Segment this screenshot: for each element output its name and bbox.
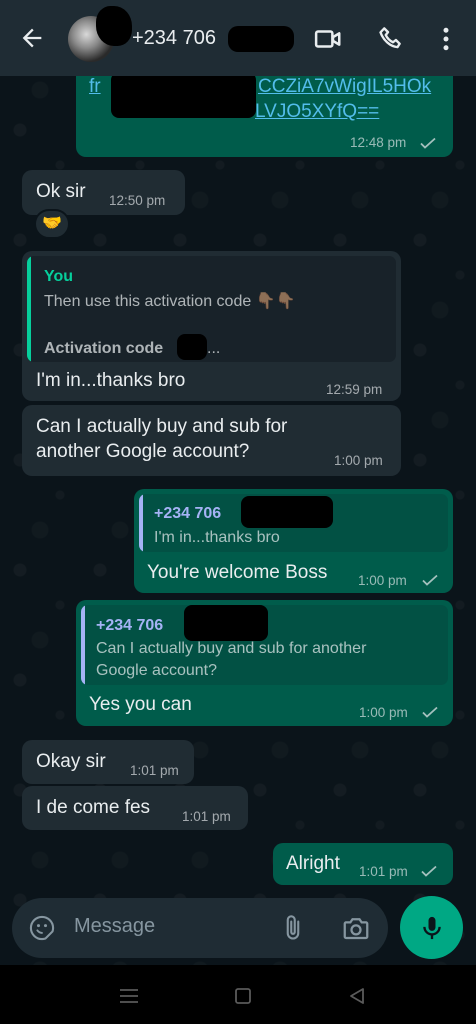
voice-record-button[interactable]: [400, 896, 463, 959]
delivered-check-icon: [420, 137, 436, 149]
redaction-mark: [228, 26, 294, 52]
message-link[interactable]: fr: [89, 76, 101, 98]
quote-text: I'm in...thanks bro: [154, 529, 280, 546]
message-link[interactable]: LVJO5XYfQ==: [255, 101, 379, 123]
message-time: 1:01 pm: [182, 809, 231, 824]
microphone-icon: [423, 916, 441, 940]
quoted-message[interactable]: +234 706 I'm in...thanks bro: [139, 494, 448, 552]
quoted-message[interactable]: +234 706 Can I actually buy and sub for …: [81, 605, 448, 685]
quote-sender: +234 706: [154, 505, 222, 522]
message-time: 1:00 pm: [359, 705, 408, 720]
message-incoming[interactable]: I de come fes 1:01 pm: [22, 786, 248, 830]
redaction-mark: [96, 6, 132, 46]
quote-sender: +234 706: [96, 617, 164, 634]
contact-name[interactable]: +234 706: [132, 27, 216, 50]
message-time: 1:00 pm: [334, 453, 383, 468]
quote-text: Google account?: [96, 662, 217, 679]
redaction-mark: [111, 72, 256, 118]
quote-text: ...: [207, 340, 221, 357]
sticker-icon[interactable]: [28, 914, 56, 942]
message-incoming[interactable]: You Then use this activation code 👇🏽👇🏽 A…: [22, 251, 401, 401]
message-input-bar[interactable]: Message: [12, 898, 388, 958]
message-text: another Google account?: [36, 441, 250, 462]
message-text: I de come fes: [36, 797, 151, 818]
quote-text: Then use this activation code 👇🏽👇🏽: [44, 293, 296, 310]
camera-icon[interactable]: [341, 913, 371, 943]
message-text: Okay sir: [36, 751, 106, 772]
quote-text: Activation code: [44, 340, 164, 357]
redaction-mark: [177, 334, 207, 360]
system-navigation-bar: [0, 965, 476, 1024]
message-time: 1:01 pm: [359, 864, 408, 879]
message-text: Can I actually buy and sub for: [36, 416, 288, 437]
message-time: 12:59 pm: [326, 382, 383, 397]
nav-back-icon[interactable]: [348, 987, 366, 1005]
message-incoming[interactable]: Okay sir 1:01 pm: [22, 740, 194, 784]
message-time: 1:00 pm: [358, 573, 407, 588]
home-icon[interactable]: [234, 987, 252, 1005]
quote-text: Can I actually buy and sub for another: [96, 640, 367, 657]
message-text: You're welcome Boss: [147, 562, 328, 583]
phone-icon[interactable]: [376, 24, 406, 54]
redaction-mark: [241, 496, 333, 528]
quoted-message[interactable]: You Then use this activation code 👇🏽👇🏽 A…: [27, 256, 396, 362]
recent-apps-icon[interactable]: [118, 987, 140, 1005]
message-link[interactable]: CCZiA7vWigIL5HOk: [258, 76, 431, 98]
reaction-badge[interactable]: 🤝: [34, 209, 70, 239]
chat-header: +234 706: [0, 0, 476, 76]
attach-icon[interactable]: [279, 913, 307, 943]
delivered-check-icon: [421, 865, 437, 877]
quote-bar: [81, 605, 85, 685]
more-options-icon[interactable]: [431, 24, 461, 54]
message-time: 12:50 pm: [109, 193, 166, 208]
message-input[interactable]: Message: [74, 915, 155, 938]
video-call-icon[interactable]: [313, 24, 343, 54]
message-time: 1:01 pm: [130, 763, 179, 778]
message-outgoing[interactable]: +234 706 Can I actually buy and sub for …: [76, 600, 453, 726]
back-arrow-icon[interactable]: [18, 24, 46, 52]
delivered-check-icon: [422, 574, 438, 586]
quote-sender: You: [44, 268, 74, 285]
message-text: Ok sir: [36, 181, 86, 202]
message-incoming[interactable]: Can I actually buy and sub for another G…: [22, 405, 401, 476]
quote-bar: [27, 256, 31, 362]
redaction-mark: [184, 605, 268, 641]
delivered-check-icon: [422, 706, 438, 718]
message-outgoing[interactable]: +234 706 I'm in...thanks bro You're welc…: [134, 489, 453, 593]
message-outgoing[interactable]: Alright 1:01 pm: [273, 843, 453, 885]
message-text: Yes you can: [89, 694, 192, 715]
quote-bar: [139, 494, 143, 552]
message-text: I'm in...thanks bro: [36, 370, 186, 391]
message-time: 12:48 pm: [350, 135, 407, 150]
message-text: Alright: [286, 853, 340, 874]
